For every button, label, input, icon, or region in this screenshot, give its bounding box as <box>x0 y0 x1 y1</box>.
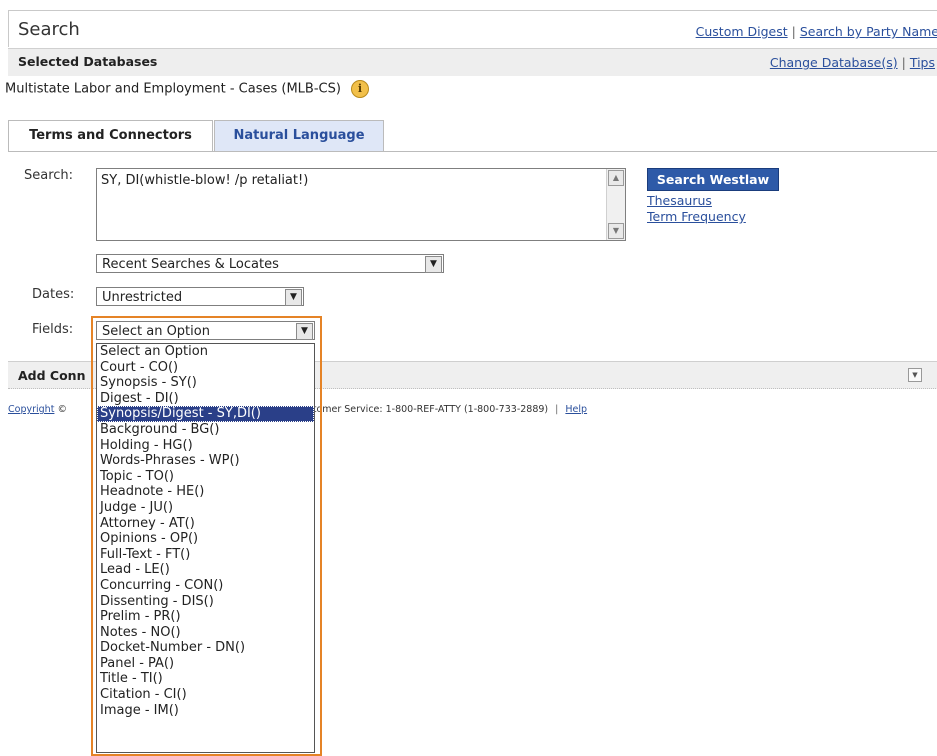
term-frequency-link[interactable]: Term Frequency <box>647 209 746 224</box>
dropdown-option[interactable]: Image - IM() <box>97 703 314 719</box>
tab-natural-language[interactable]: Natural Language <box>214 120 384 151</box>
dropdown-option[interactable]: Digest - DI() <box>97 391 314 407</box>
dropdown-option[interactable]: Concurring - CON() <box>97 578 314 594</box>
dropdown-option[interactable]: Docket-Number - DN() <box>97 640 314 656</box>
dropdown-option[interactable]: Synopsis/Digest - SY,DI() <box>97 406 314 422</box>
dropdown-option[interactable]: Notes - NO() <box>97 625 314 641</box>
dropdown-option[interactable]: Attorney - AT() <box>97 516 314 532</box>
dropdown-option[interactable]: Holding - HG() <box>97 438 314 454</box>
chevron-down-icon[interactable]: ▼ <box>285 289 302 306</box>
dropdown-option[interactable]: Headnote - HE() <box>97 484 314 500</box>
separator: | <box>791 24 796 39</box>
database-name-text: Multistate Labor and Employment - Cases … <box>5 81 341 97</box>
expand-icon[interactable]: ▼ <box>908 368 922 382</box>
selected-databases-title: Selected Databases <box>18 54 158 69</box>
header-links: Custom Digest | Search by Party Name <box>696 24 937 39</box>
dropdown-option[interactable]: Prelim - PR() <box>97 609 314 625</box>
change-database-link[interactable]: Change Database(s) <box>770 55 898 70</box>
dropdown-option[interactable]: Judge - JU() <box>97 500 314 516</box>
page-title: Search <box>18 19 80 40</box>
dropdown-option[interactable]: Words-Phrases - WP() <box>97 453 314 469</box>
custom-digest-link[interactable]: Custom Digest <box>696 24 788 39</box>
dropdown-option[interactable]: Background - BG() <box>97 422 314 438</box>
textarea-scrollbar[interactable]: ▲ ▼ <box>606 169 625 240</box>
thesaurus-link[interactable]: Thesaurus <box>647 193 712 208</box>
search-westlaw-button[interactable]: Search Westlaw <box>647 168 779 191</box>
dropdown-option[interactable]: Select an Option <box>97 344 314 360</box>
database-links: Change Database(s) | Tips <box>770 55 935 70</box>
add-connectors-title: Add Conn <box>18 368 86 383</box>
tips-link[interactable]: Tips <box>910 55 935 70</box>
search-label: Search: <box>24 168 74 183</box>
recent-searches-select[interactable]: Recent Searches & Locates ▼ <box>96 254 444 273</box>
chevron-down-icon[interactable]: ▼ <box>425 256 442 273</box>
dates-value: Unrestricted <box>102 290 183 305</box>
help-link[interactable]: Help <box>565 404 587 415</box>
fields-dropdown-list[interactable]: Select an Option Court - CO() Synopsis - S… <box>96 343 315 753</box>
copyright-symbol: © <box>57 404 67 415</box>
recent-searches-value: Recent Searches & Locates <box>102 257 279 272</box>
dropdown-option[interactable]: Citation - CI() <box>97 687 314 703</box>
separator: | <box>901 55 906 70</box>
search-by-party-link[interactable]: Search by Party Name <box>800 24 937 39</box>
database-name: Multistate Labor and Employment - Cases … <box>5 80 369 98</box>
dropdown-option[interactable]: Title - TI() <box>97 671 314 687</box>
copyright-link[interactable]: Copyright <box>8 404 54 415</box>
search-query-text: SY, DI(whistle-blow! /p retaliat!) <box>101 173 309 188</box>
dropdown-option[interactable]: Topic - TO() <box>97 469 314 485</box>
tab-terms-and-connectors[interactable]: Terms and Connectors <box>8 120 213 151</box>
scroll-down-icon[interactable]: ▼ <box>608 223 624 239</box>
tab-divider <box>8 151 937 152</box>
fields-label: Fields: <box>32 322 74 337</box>
search-textarea[interactable]: SY, DI(whistle-blow! /p retaliat!) ▲ ▼ <box>96 168 626 241</box>
customer-service-text: Customer Service: 1-800-REF-ATTY (1-800-… <box>295 404 549 415</box>
dropdown-option[interactable]: Synopsis - SY() <box>97 375 314 391</box>
info-icon[interactable]: i <box>350 80 369 98</box>
dropdown-option[interactable]: Lead - LE() <box>97 562 314 578</box>
dropdown-option[interactable]: Full-Text - FT() <box>97 547 314 563</box>
dropdown-option[interactable]: Opinions - OP() <box>97 531 314 547</box>
dates-select[interactable]: Unrestricted ▼ <box>96 287 304 306</box>
separator: | <box>555 404 559 415</box>
dates-label: Dates: <box>32 287 75 302</box>
dropdown-option[interactable]: Panel - PA() <box>97 656 314 672</box>
page-header: Search Custom Digest | Search by Party Nam… <box>8 10 937 47</box>
selected-databases-bar: Selected Databases Change Database(s) | Ti… <box>8 48 937 76</box>
scroll-up-icon[interactable]: ▲ <box>608 170 624 186</box>
dropdown-option[interactable]: Dissenting - DIS() <box>97 594 314 610</box>
dropdown-option[interactable]: Court - CO() <box>97 360 314 376</box>
